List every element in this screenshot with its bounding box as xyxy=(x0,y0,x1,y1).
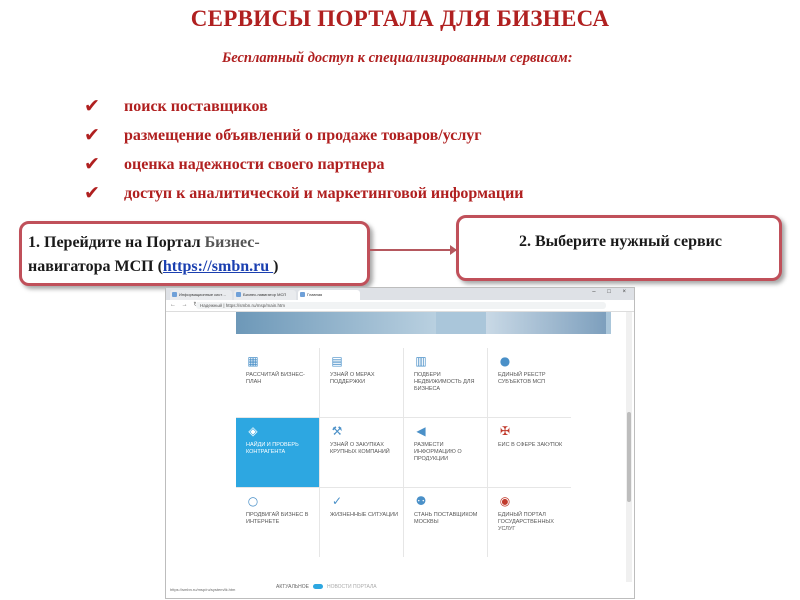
browser-tab[interactable]: Бизнес-навигатор МСП xyxy=(234,290,296,300)
service-label: ЕДИНЫЙ ПОРТАЛ ГОСУДАРСТВЕННЫХ УСЛУГ xyxy=(498,512,554,532)
step2-box: 2. Выберите нужный сервис xyxy=(456,215,782,281)
services-grid: ▦ РАССЧИТАЙ БИЗНЕС-ПЛАН ▤ УЗНАЙ О МЕРАХ ПО… xyxy=(236,348,576,568)
network-icon: ◈ xyxy=(248,424,258,438)
url-field[interactable]: Надежный | https://smbn.ru/msp/main.htm xyxy=(196,302,606,309)
tab-news[interactable]: НОВОСТИ ПОРТАЛА xyxy=(327,584,377,590)
registry-icon: ● xyxy=(499,354,511,368)
arrow-connector xyxy=(370,245,457,255)
service-label: СТАНЬ ПОСТАВЩИКОМ МОСКВЫ xyxy=(414,512,478,525)
tab-label: Информационные сист… xyxy=(179,292,227,297)
portal-link[interactable]: https://smbn.ru xyxy=(163,258,273,275)
grid-divider xyxy=(319,348,320,557)
service-tile[interactable]: ◀ РАЗМЕСТИ ИНФОРМАЦИЮ О ПРОДУКЦИИ xyxy=(404,418,487,487)
service-label: ЖИЗНЕННЫЕ СИТУАЦИИ xyxy=(330,512,399,518)
service-tile-selected[interactable]: ◈ НАЙДИ И ПРОВЕРЬ КОНТРАГЕНТА xyxy=(236,418,319,487)
news-switcher: АКТУАЛЬНОЕ НОВОСТИ ПОРТАЛА xyxy=(276,584,377,590)
status-bar-url: https://smbn.ru/msp/ru/system/lk.htm xyxy=(170,587,236,592)
window-controls[interactable]: – □ × xyxy=(592,289,631,295)
checkmark-icon: ✔ xyxy=(84,124,100,146)
step1-text-2: навигатора МСП ( xyxy=(28,258,163,275)
service-tile[interactable]: ○ ПРОДВИГАЙ БИЗНЕС В ИНТЕРНЕТЕ xyxy=(236,488,319,557)
megaphone-icon: ◀ xyxy=(416,424,426,438)
service-tile[interactable]: ✓ ЖИЗНЕННЫЕ СИТУАЦИИ xyxy=(320,488,403,557)
building-icon: ▥ xyxy=(415,354,427,368)
emblem-icon: ✠ xyxy=(499,424,511,438)
banner-image-left xyxy=(236,312,436,334)
service-tile[interactable]: ⚉ СТАНЬ ПОСТАВЩИКОМ МОСКВЫ xyxy=(404,488,487,557)
list-item-text: размещение объявлений о продаже товаров/… xyxy=(124,127,482,144)
banner-image-right xyxy=(486,312,606,334)
service-label: НАЙДИ И ПРОВЕРЬ КОНТРАГЕНТА xyxy=(246,442,299,455)
service-label: ПРОДВИГАЙ БИЗНЕС В ИНТЕРНЕТЕ xyxy=(246,512,309,525)
step1-text-portal: Бизнес- xyxy=(204,234,260,251)
checkmark-icon: ✔ xyxy=(84,95,100,117)
service-tile[interactable]: ⚒ УЗНАЙ О ЗАКУПКАХ КРУПНЫХ КОМПАНИЙ xyxy=(320,418,403,487)
service-tile[interactable]: ✠ ЕИС В СФЕРЕ ЗАКУПОК xyxy=(488,418,571,487)
step2-text: 2. Выберите нужный сервис xyxy=(519,233,722,250)
service-tile[interactable]: ● ЕДИНЫЙ РЕЕСТР СУБЪЕКТОВ МСП xyxy=(488,348,571,417)
step1-text: 1. Перейдите на Портал xyxy=(28,234,205,251)
address-bar: ← → ↻ Надежный | https://smbn.ru/msp/mai… xyxy=(166,300,634,312)
calculator-icon: ▦ xyxy=(247,354,259,368)
checkmark-icon: ✔ xyxy=(84,182,100,204)
list-item: ✔ поиск поставщиков xyxy=(84,92,524,121)
service-tile[interactable]: ▦ РАССЧИТАЙ БИЗНЕС-ПЛАН xyxy=(236,348,319,417)
service-tile[interactable]: ▥ ПОДБЕРИ НЕДВИЖИМОСТЬ ДЛЯ БИЗНЕСА xyxy=(404,348,487,417)
step1-box: 1. Перейдите на Портал Бизнес- навигатор… xyxy=(19,221,370,286)
gosuslugi-icon: ◉ xyxy=(499,494,511,508)
document-icon: ▤ xyxy=(331,354,343,368)
slide-subtitle: Бесплатный доступ к специализированным с… xyxy=(222,50,573,66)
grid-divider xyxy=(403,348,404,557)
favicon-icon xyxy=(172,292,177,297)
list-item-text: доступ к аналитической и маркетинговой и… xyxy=(124,185,524,202)
check-icon: ✓ xyxy=(331,494,343,508)
checkmark-icon: ✔ xyxy=(84,153,100,175)
hero-banner xyxy=(236,312,611,334)
browser-screenshot: Информационные сист… Бизнес-навигатор МС… xyxy=(165,287,635,599)
favicon-icon xyxy=(236,292,241,297)
grid-divider xyxy=(487,348,488,557)
list-item: ✔ доступ к аналитической и маркетинговой … xyxy=(84,179,524,208)
service-label: УЗНАЙ О МЕРАХ ПОДДЕРЖКИ xyxy=(330,372,375,385)
tab-label: Главная xyxy=(307,292,323,297)
scrollbar-thumb[interactable] xyxy=(627,412,631,502)
browser-tab-active[interactable]: Главная xyxy=(298,290,360,300)
people-icon: ⚉ xyxy=(415,494,427,508)
gavel-icon: ⚒ xyxy=(331,424,343,438)
service-tile[interactable]: ◉ ЕДИНЫЙ ПОРТАЛ ГОСУДАРСТВЕННЫХ УСЛУГ xyxy=(488,488,571,557)
service-label: ПОДБЕРИ НЕДВИЖИМОСТЬ ДЛЯ БИЗНЕСА xyxy=(414,372,475,392)
service-label: УЗНАЙ О ЗАКУПКАХ КРУПНЫХ КОМПАНИЙ xyxy=(330,442,390,455)
list-item: ✔ оценка надежности своего партнера xyxy=(84,150,524,179)
service-label: ЕДИНЫЙ РЕЕСТР СУБЪЕКТОВ МСП xyxy=(498,372,546,385)
service-label: РАССЧИТАЙ БИЗНЕС-ПЛАН xyxy=(246,372,305,385)
service-tile[interactable]: ▤ УЗНАЙ О МЕРАХ ПОДДЕРЖКИ xyxy=(320,348,403,417)
feature-list: ✔ поиск поставщиков ✔ размещение объявлени… xyxy=(84,92,524,208)
tab-label: Бизнес-навигатор МСП xyxy=(243,292,287,297)
list-item: ✔ размещение объявлений о продаже товаров… xyxy=(84,121,524,150)
circle-icon: ○ xyxy=(247,494,259,508)
toggle-switch[interactable] xyxy=(313,584,323,590)
list-item-text: поиск поставщиков xyxy=(124,98,268,115)
list-item-text: оценка надежности своего партнера xyxy=(124,156,385,173)
browser-tab[interactable]: Информационные сист… xyxy=(170,290,232,300)
browser-tabbar: Информационные сист… Бизнес-навигатор МС… xyxy=(166,288,634,300)
slide-title: СЕРВИСЫ ПОРТАЛА ДЛЯ БИЗНЕСА xyxy=(190,6,610,31)
favicon-icon xyxy=(300,292,305,297)
step1-text-end: ) xyxy=(273,258,279,275)
tab-actual[interactable]: АКТУАЛЬНОЕ xyxy=(276,584,309,590)
service-label: РАЗМЕСТИ ИНФОРМАЦИЮ О ПРОДУКЦИИ xyxy=(414,442,462,462)
scrollbar[interactable] xyxy=(626,312,632,582)
service-label: ЕИС В СФЕРЕ ЗАКУПОК xyxy=(498,442,563,448)
